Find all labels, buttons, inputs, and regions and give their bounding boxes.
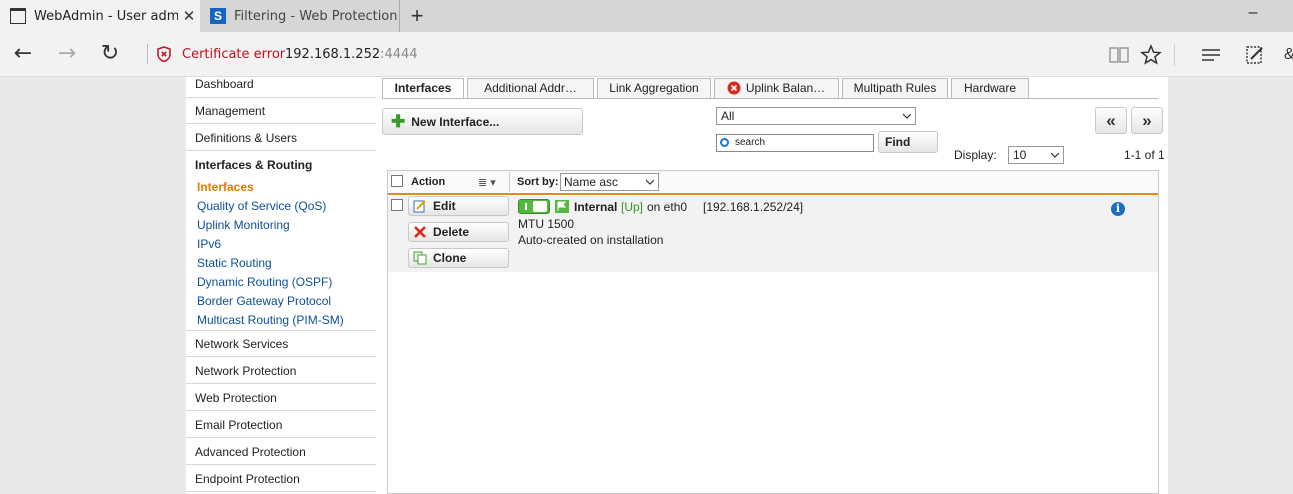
forward-button[interactable]: → bbox=[52, 39, 82, 69]
sort-label: Sort by: bbox=[517, 176, 559, 188]
hub-menu-icon[interactable] bbox=[1198, 42, 1224, 68]
chevron-down-icon bbox=[1051, 152, 1059, 158]
divider bbox=[509, 172, 510, 192]
clone-label: Clone bbox=[433, 251, 467, 265]
page-info: 1-1 of 1 bbox=[1124, 148, 1165, 162]
toggle-knob bbox=[533, 201, 547, 212]
web-note-icon[interactable] bbox=[1242, 42, 1268, 68]
sidebar-subitem-ipv6[interactable]: IPv6 bbox=[197, 235, 221, 254]
previous-page-button[interactable]: « bbox=[1095, 107, 1127, 134]
interface-comment: Auto-created on installation bbox=[518, 233, 664, 247]
search-input[interactable]: search bbox=[716, 134, 874, 152]
plus-icon: ✚ bbox=[391, 111, 406, 131]
sidebar-item-network-protection[interactable]: Network Protection bbox=[186, 358, 376, 384]
divider bbox=[147, 44, 148, 64]
select-all-checkbox[interactable] bbox=[391, 175, 403, 187]
next-page-button[interactable]: » bbox=[1131, 107, 1163, 134]
new-interface-button[interactable]: ✚ New Interface... bbox=[382, 108, 583, 135]
url-host: 192.168.1.252 bbox=[285, 47, 381, 62]
sidebar-subitem-interfaces[interactable]: Interfaces bbox=[197, 178, 254, 197]
sidebar-subitem-ospf[interactable]: Dynamic Routing (OSPF) bbox=[197, 273, 332, 292]
interface-status: [Up] bbox=[621, 200, 644, 214]
tab-underline bbox=[382, 98, 1158, 99]
delete-button[interactable]: Delete bbox=[408, 222, 509, 242]
grid-header bbox=[388, 171, 1158, 195]
browser-tab-webadmin[interactable]: WebAdmin - User admi ✕ bbox=[0, 0, 200, 32]
tab-link-aggregation[interactable]: Link Aggregation bbox=[597, 78, 711, 98]
divider bbox=[1174, 44, 1175, 66]
sophos-icon: S bbox=[210, 8, 226, 24]
share-icon[interactable]: & bbox=[1284, 46, 1293, 64]
tab-title: Filtering - Web Protection: \ bbox=[234, 8, 399, 24]
sidebar-item-advanced-protection[interactable]: Advanced Protection bbox=[186, 439, 376, 465]
tab-interfaces[interactable]: Interfaces bbox=[382, 78, 464, 98]
edit-label: Edit bbox=[433, 199, 456, 213]
delete-label: Delete bbox=[433, 225, 470, 239]
tab-multipath-rules[interactable]: Multipath Rules bbox=[842, 78, 948, 98]
clone-button[interactable]: Clone bbox=[408, 248, 509, 268]
edit-button[interactable]: Edit bbox=[408, 196, 509, 216]
new-tab-button[interactable]: + bbox=[404, 4, 430, 28]
sort-value: Name asc bbox=[564, 175, 619, 189]
sort-select[interactable]: Name asc bbox=[560, 173, 659, 191]
minimize-button[interactable]: – bbox=[1243, 4, 1263, 28]
close-icon[interactable]: ✕ bbox=[178, 7, 200, 25]
url-field[interactable]: 192.168.1.252:4444 bbox=[285, 47, 418, 62]
toggle-bar bbox=[525, 203, 527, 210]
chevron-down-icon bbox=[646, 179, 654, 185]
tab-additional-addresses[interactable]: Additional Addr… bbox=[467, 78, 594, 98]
display-label: Display: bbox=[954, 148, 997, 162]
row-checkbox[interactable] bbox=[391, 199, 403, 211]
chevron-down-icon bbox=[903, 113, 911, 119]
page-icon bbox=[10, 8, 26, 24]
sidebar-item-management[interactable]: Management bbox=[186, 98, 376, 124]
interface-name: Internal bbox=[574, 200, 618, 214]
enable-toggle[interactable] bbox=[518, 199, 550, 214]
flag-icon bbox=[555, 200, 569, 213]
tab-title: WebAdmin - User admi bbox=[34, 8, 178, 24]
sidebar-subitem-qos[interactable]: Quality of Service (QoS) bbox=[197, 197, 326, 216]
reading-view-icon[interactable] bbox=[1106, 42, 1132, 68]
sidebar-item-dashboard[interactable]: Dashboard bbox=[186, 77, 376, 98]
clone-icon bbox=[413, 251, 427, 265]
sidebar-subitem-pim-sm[interactable]: Multicast Routing (PIM-SM) bbox=[197, 311, 344, 330]
interface-mtu: MTU 1500 bbox=[518, 217, 575, 231]
filter-select[interactable]: All bbox=[716, 107, 916, 125]
column-header-action: Action bbox=[411, 176, 446, 188]
delete-icon bbox=[414, 226, 426, 238]
sidebar-item-endpoint-protection[interactable]: Endpoint Protection bbox=[186, 466, 376, 492]
search-icon bbox=[720, 138, 729, 147]
tab-label: Uplink Balan… bbox=[745, 81, 826, 95]
favorite-star-icon[interactable] bbox=[1138, 42, 1164, 68]
new-interface-label: New Interface... bbox=[411, 114, 500, 129]
sidebar-item-interfaces-routing[interactable]: Interfaces & Routing bbox=[186, 152, 376, 178]
info-icon[interactable]: i bbox=[1111, 202, 1125, 216]
certificate-error-label[interactable]: Certificate error bbox=[182, 47, 285, 62]
display-value: 10 bbox=[1013, 148, 1027, 162]
sidebar-subitem-static-routing[interactable]: Static Routing bbox=[197, 254, 272, 273]
back-button[interactable]: ← bbox=[8, 39, 38, 69]
browser-tab-filtering[interactable]: S Filtering - Web Protection: \ bbox=[200, 0, 400, 32]
error-icon bbox=[727, 81, 741, 95]
sidebar-item-email-protection[interactable]: Email Protection bbox=[186, 412, 376, 438]
sidebar-subitem-uplink-monitoring[interactable]: Uplink Monitoring bbox=[197, 216, 290, 235]
interface-address: [192.168.1.252/24] bbox=[703, 200, 804, 214]
display-select[interactable]: 10 bbox=[1008, 146, 1064, 164]
edit-icon bbox=[413, 200, 426, 213]
sidebar-item-web-protection[interactable]: Web Protection bbox=[186, 385, 376, 411]
sidebar-item-network-services[interactable]: Network Services bbox=[186, 331, 376, 357]
find-button[interactable]: Find bbox=[878, 131, 938, 153]
sidebar-item-definitions-users[interactable]: Definitions & Users bbox=[186, 125, 376, 151]
filter-value: All bbox=[721, 109, 735, 123]
url-port: :4444 bbox=[380, 47, 418, 62]
tab-hardware[interactable]: Hardware bbox=[951, 78, 1029, 98]
column-menu-icon[interactable]: ≣ ▾ bbox=[478, 176, 496, 189]
search-placeholder: search bbox=[735, 137, 766, 148]
interface-device: on eth0 bbox=[647, 200, 688, 214]
shield-error-icon[interactable] bbox=[157, 46, 171, 62]
sidebar-subitem-bgp[interactable]: Border Gateway Protocol bbox=[197, 292, 331, 311]
refresh-button[interactable]: ↻ bbox=[95, 39, 125, 69]
